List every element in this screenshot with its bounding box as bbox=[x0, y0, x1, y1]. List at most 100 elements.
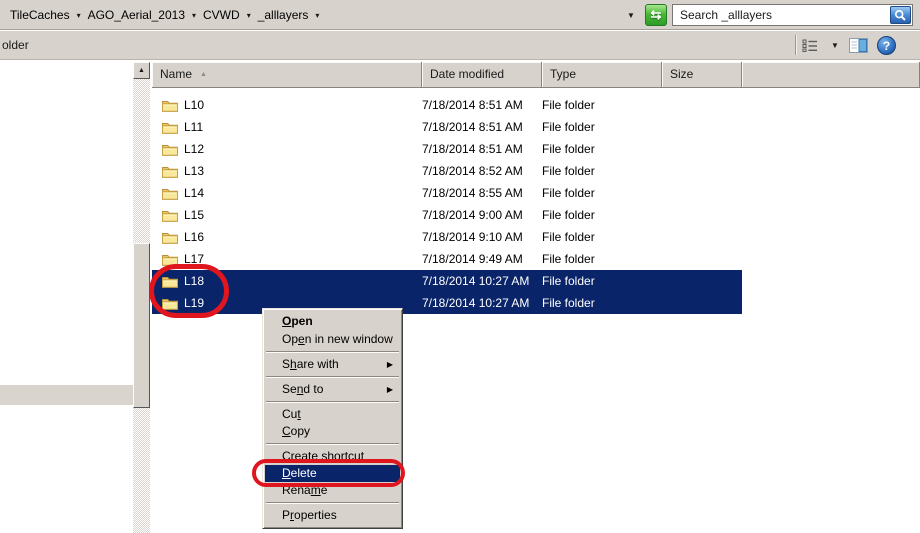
file-row-L16[interactable]: L16 7/18/2014 9:10 AM File folder bbox=[152, 226, 742, 248]
sort-ascending-icon: ▲ bbox=[200, 71, 207, 78]
address-bar: TileCaches ▾ AGO_Aerial_2013 ▾ CVWD ▾ _alllaye… bbox=[0, 0, 920, 30]
preview-pane-button[interactable] bbox=[849, 36, 868, 55]
content-area: ▲ Name ▲ Date modified Type Size L10 7/18/201… bbox=[0, 61, 920, 533]
explorer-window: { "window": { "breadcrumb": { "items": [… bbox=[0, 0, 920, 533]
breadcrumb-item-AGO_Aerial_2013[interactable]: AGO_Aerial_2013 bbox=[86, 7, 187, 23]
file-list: Name ▲ Date modified Type Size L10 7/18/2014 … bbox=[152, 62, 920, 314]
type-cell: File folder bbox=[542, 142, 595, 156]
file-name-cell: L12 bbox=[152, 142, 422, 156]
file-row-L11[interactable]: L11 7/18/2014 8:51 AM File folder bbox=[152, 116, 742, 138]
file-name-cell: L13 bbox=[152, 164, 422, 178]
breadcrumb-item-CVWD[interactable]: CVWD bbox=[201, 7, 242, 23]
file-row-L18[interactable]: L18 7/18/2014 10:27 AM File folder bbox=[152, 270, 742, 292]
command-bar: older ▼ ? bbox=[0, 31, 920, 60]
file-row-L17[interactable]: L17 7/18/2014 9:49 AM File folder bbox=[152, 248, 742, 270]
submenu-arrow-icon: ▶ bbox=[386, 360, 393, 369]
file-name-cell: L11 bbox=[152, 120, 422, 134]
preview-pane-icon bbox=[849, 38, 868, 53]
file-name-label: L12 bbox=[184, 142, 205, 156]
column-header-filler bbox=[742, 62, 920, 88]
type-cell: File folder bbox=[542, 120, 595, 134]
menu-item-open-in-new-window[interactable]: Open in new window bbox=[265, 331, 400, 348]
file-row-L13[interactable]: L13 7/18/2014 8:52 AM File folder bbox=[152, 160, 742, 182]
menu-separator bbox=[266, 502, 399, 503]
folder-icon bbox=[162, 143, 178, 156]
date-modified-cell: 7/18/2014 9:00 AM bbox=[422, 208, 523, 222]
file-name-cell: L14 bbox=[152, 186, 422, 200]
column-header-size[interactable]: Size bbox=[662, 62, 742, 88]
date-modified-cell: 7/18/2014 8:51 AM bbox=[422, 98, 523, 112]
scroll-up-arrow-icon: ▲ bbox=[138, 67, 145, 74]
refresh-button[interactable]: ⇆ bbox=[645, 4, 667, 26]
help-button[interactable]: ? bbox=[877, 36, 896, 55]
search-box bbox=[672, 4, 913, 26]
date-modified-cell: 7/18/2014 8:55 AM bbox=[422, 186, 523, 200]
search-button[interactable] bbox=[890, 6, 911, 24]
search-input[interactable] bbox=[673, 5, 887, 25]
column-header-row: Name ▲ Date modified Type Size bbox=[152, 62, 920, 88]
menu-separator bbox=[266, 376, 399, 377]
type-cell: File folder bbox=[542, 230, 595, 244]
breadcrumb-item-_alllayers[interactable]: _alllayers bbox=[256, 7, 311, 23]
navigation-pane bbox=[0, 61, 133, 533]
submenu-arrow-icon: ▶ bbox=[386, 385, 393, 394]
menu-separator bbox=[266, 401, 399, 402]
file-name-label: L13 bbox=[184, 164, 205, 178]
file-name-cell: L10 bbox=[152, 98, 422, 112]
menu-item-copy[interactable]: Copy bbox=[265, 423, 400, 440]
menu-item-properties[interactable]: Properties bbox=[265, 507, 400, 524]
file-name-label: L10 bbox=[184, 98, 205, 112]
menu-item-send-to[interactable]: Send to ▶ bbox=[265, 381, 400, 398]
breadcrumb-item-TileCaches[interactable]: TileCaches bbox=[8, 7, 72, 23]
breadcrumb-chevron-icon[interactable]: ▾ bbox=[247, 11, 251, 20]
command-bar-clipped-label[interactable]: older bbox=[2, 38, 29, 52]
column-header-label: Name bbox=[160, 67, 193, 81]
menu-item-share-with[interactable]: Share with ▶ bbox=[265, 356, 400, 373]
breadcrumb-chevron-icon[interactable]: ▾ bbox=[315, 11, 319, 20]
file-row-L12[interactable]: L12 7/18/2014 8:51 AM File folder bbox=[152, 138, 742, 160]
breadcrumb-chevron-icon[interactable]: ▾ bbox=[192, 11, 196, 20]
type-cell: File folder bbox=[542, 208, 595, 222]
column-header-date-modified[interactable]: Date modified bbox=[422, 62, 542, 88]
menu-item-cut[interactable]: Cut bbox=[265, 406, 400, 423]
file-row-L10[interactable]: L10 7/18/2014 8:51 AM File folder bbox=[152, 94, 742, 116]
column-header-label: Date modified bbox=[430, 67, 505, 81]
column-header-type[interactable]: Type bbox=[542, 62, 662, 88]
file-row-L19[interactable]: L19 7/18/2014 10:27 AM File folder bbox=[152, 292, 742, 314]
scroll-up-button[interactable]: ▲ bbox=[133, 62, 150, 79]
file-name-label: L14 bbox=[184, 186, 205, 200]
file-row-L14[interactable]: L14 7/18/2014 8:55 AM File folder bbox=[152, 182, 742, 204]
breadcrumb: TileCaches ▾ AGO_Aerial_2013 ▾ CVWD ▾ _alllaye… bbox=[8, 0, 324, 30]
type-cell: File folder bbox=[542, 252, 595, 266]
column-header-label: Size bbox=[670, 67, 694, 81]
file-name-label: L16 bbox=[184, 230, 205, 244]
question-mark-icon: ? bbox=[882, 38, 891, 53]
date-modified-cell: 7/18/2014 8:52 AM bbox=[422, 164, 523, 178]
date-modified-cell: 7/18/2014 8:51 AM bbox=[422, 142, 523, 156]
date-modified-cell: 7/18/2014 9:10 AM bbox=[422, 230, 523, 244]
menu-item-open[interactable]: Open bbox=[265, 312, 400, 331]
file-name-cell: L15 bbox=[152, 208, 422, 222]
scrollbar-thumb[interactable] bbox=[133, 243, 150, 408]
file-name-label: L11 bbox=[184, 120, 204, 134]
details-view-icon bbox=[802, 39, 817, 52]
navigation-pane-inactive-selection[interactable] bbox=[0, 385, 133, 405]
type-cell: File folder bbox=[542, 186, 595, 200]
type-cell: File folder bbox=[542, 164, 595, 178]
folder-icon bbox=[162, 231, 178, 244]
refresh-icon: ⇆ bbox=[650, 7, 662, 22]
date-modified-cell: 7/18/2014 10:27 AM bbox=[422, 296, 530, 310]
column-header-name[interactable]: Name ▲ bbox=[152, 62, 422, 88]
chevron-down-icon: ▼ bbox=[831, 41, 839, 50]
breadcrumb-chevron-icon[interactable]: ▾ bbox=[77, 11, 81, 20]
file-row-L15[interactable]: L15 7/18/2014 9:00 AM File folder bbox=[152, 204, 742, 226]
address-history-dropdown-icon[interactable]: ▼ bbox=[627, 11, 635, 20]
vertical-scrollbar: ▲ bbox=[133, 62, 150, 533]
menu-separator bbox=[266, 443, 399, 444]
folder-icon bbox=[162, 209, 178, 222]
date-modified-cell: 7/18/2014 9:49 AM bbox=[422, 252, 523, 266]
change-view-button[interactable]: ▼ bbox=[802, 36, 839, 55]
context-menu: Open Open in new window Share with ▶ Send to… bbox=[262, 308, 403, 529]
folder-icon bbox=[162, 99, 178, 112]
annotation-ellipse-selected-folders bbox=[149, 264, 229, 318]
